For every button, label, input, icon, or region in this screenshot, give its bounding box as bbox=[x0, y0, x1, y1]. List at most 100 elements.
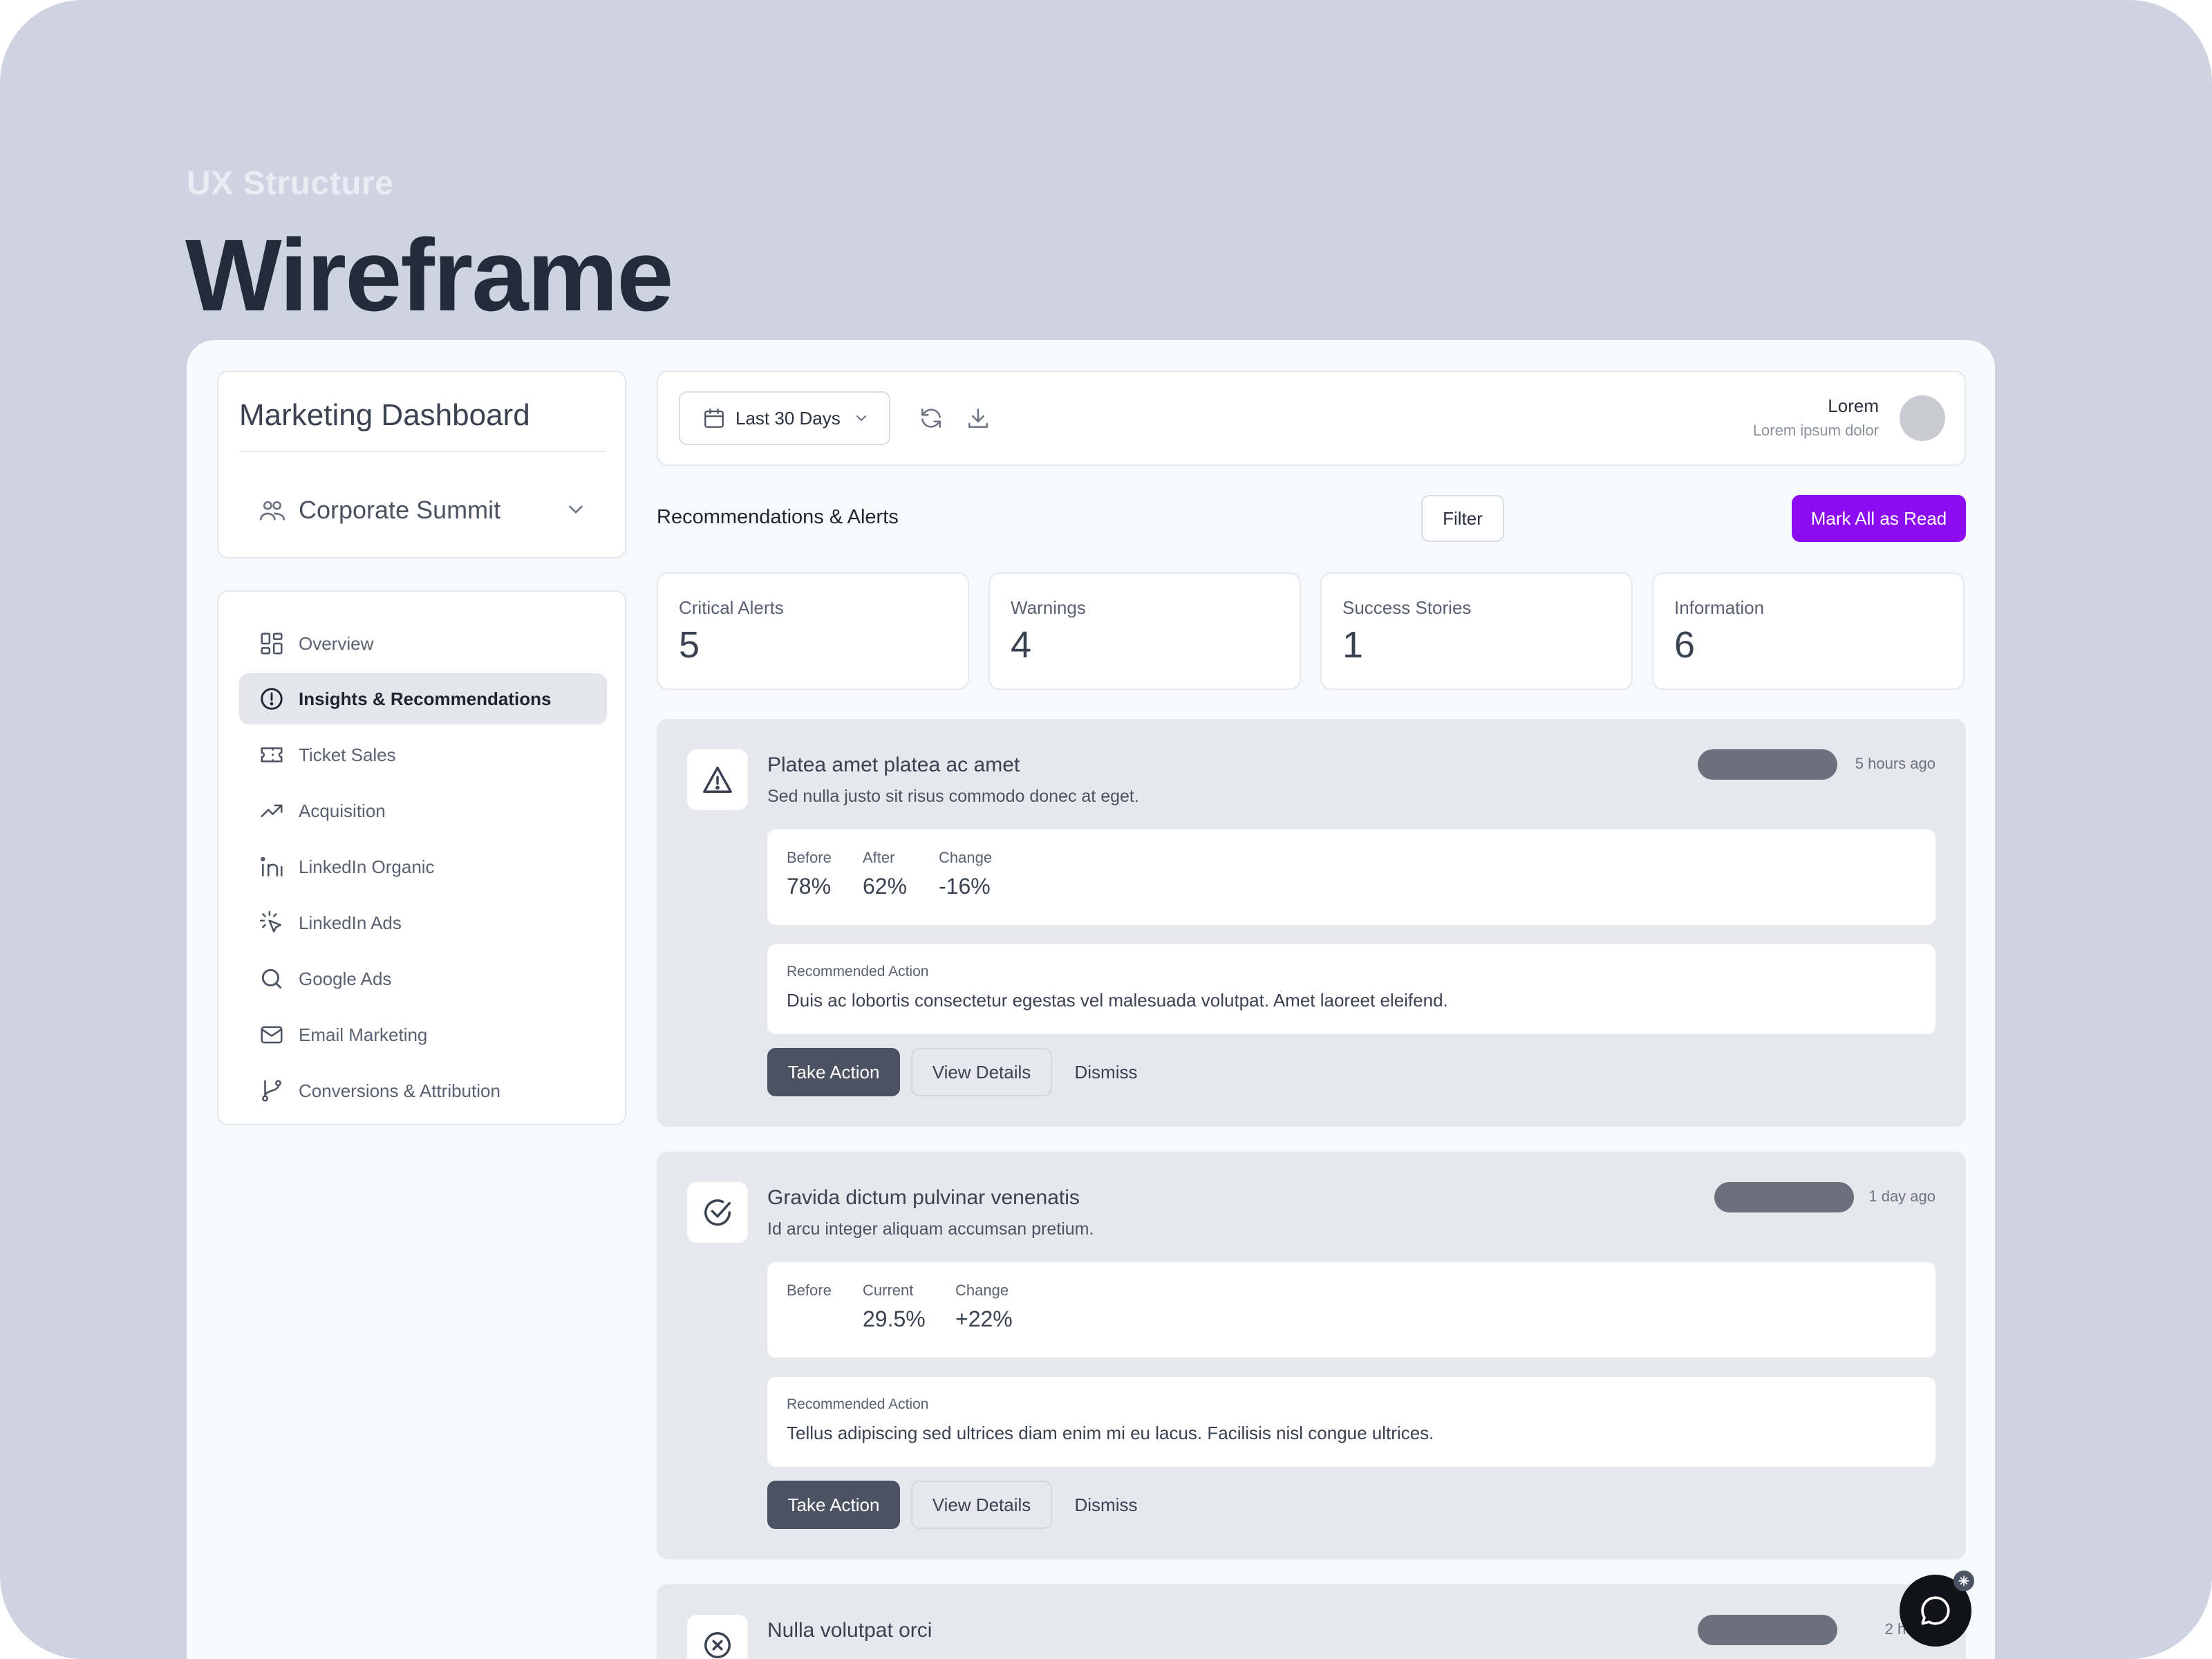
users-icon bbox=[260, 501, 285, 521]
divider bbox=[239, 451, 606, 452]
chevron-down-icon bbox=[856, 415, 866, 421]
alert-circle-icon bbox=[261, 688, 283, 710]
warning-triangle-icon bbox=[703, 767, 732, 793]
canvas-frame: UX Structure Wireframe Marketing Dashboa… bbox=[0, 0, 2212, 1659]
sidebar-item-overview[interactable]: Overview bbox=[239, 618, 607, 669]
sidebar-item-insights[interactable]: Insights & Recommendations bbox=[239, 673, 607, 724]
stat-card-information: Information 6 bbox=[1652, 572, 1965, 690]
alert-title: Nulla volutpat orci bbox=[767, 1619, 932, 1642]
brand-card: Marketing Dashboard Corporate Summit bbox=[217, 371, 626, 559]
metric-label: Before bbox=[787, 1282, 832, 1299]
date-range-dropdown[interactable]: Last 30 Days bbox=[679, 391, 890, 445]
search-icon bbox=[261, 968, 282, 989]
metric-label: After bbox=[863, 849, 895, 866]
status-badge bbox=[1698, 1615, 1837, 1645]
stat-card-warnings: Warnings 4 bbox=[988, 572, 1301, 690]
metrics-box: Before Current 29.5% Change +22% bbox=[767, 1262, 1936, 1358]
alert-subtitle: Sed nulla justo sit risus commodo donec … bbox=[767, 787, 1139, 806]
section-title: Recommendations & Alerts bbox=[657, 506, 899, 528]
sidebar-nav: Overview Insights & Recommendations Tick… bbox=[217, 590, 626, 1125]
take-action-button[interactable]: Take Action bbox=[767, 1048, 900, 1096]
sidebar-item-label: LinkedIn Ads bbox=[299, 912, 402, 933]
recommended-action-text: Tellus adipiscing sed ultrices diam enim… bbox=[787, 1423, 1434, 1443]
sidebar-item-google-ads[interactable]: Google Ads bbox=[239, 953, 607, 1004]
check-circle-icon bbox=[704, 1199, 731, 1226]
sidebar-item-label: Email Marketing bbox=[299, 1024, 428, 1045]
mail-icon bbox=[261, 1026, 283, 1044]
sidebar-item-linkedin-ads[interactable]: LinkedIn Ads bbox=[239, 897, 607, 948]
top-bar: Last 30 Days Lorem Lorem ipsum dolor bbox=[657, 371, 1966, 466]
ticket-icon bbox=[261, 747, 283, 762]
sidebar-item-acquisition[interactable]: Acquisition bbox=[239, 785, 607, 836]
dismiss-button[interactable]: Dismiss bbox=[1059, 1048, 1153, 1096]
filter-button[interactable]: Filter bbox=[1421, 495, 1504, 542]
refresh-icon[interactable] bbox=[918, 405, 944, 431]
stat-label: Success Stories bbox=[1342, 597, 1472, 618]
sidebar-item-label: Ticket Sales bbox=[299, 744, 396, 765]
alert-time: 1 day ago bbox=[1868, 1188, 1936, 1205]
metric-label: Current bbox=[863, 1282, 914, 1299]
sidebar-item-label: LinkedIn Organic bbox=[299, 856, 435, 877]
date-range-label: Last 30 Days bbox=[735, 407, 841, 429]
user-name: Lorem bbox=[1828, 395, 1879, 416]
sidebar-item-label: Conversions & Attribution bbox=[299, 1080, 500, 1101]
sidebar-item-linkedin-organic[interactable]: LinkedIn Organic bbox=[239, 841, 607, 892]
alert-type-badge bbox=[687, 749, 748, 810]
metric-before: Before bbox=[787, 1282, 832, 1306]
sidebar-item-label: Acquisition bbox=[299, 800, 386, 821]
alert-subtitle: Id arcu integer aliquam accumsan pretium… bbox=[767, 1219, 1094, 1239]
chevron-down-icon bbox=[569, 505, 583, 514]
chat-bubble-icon bbox=[1921, 1596, 1950, 1625]
metric-current: Current 29.5% bbox=[863, 1282, 926, 1332]
sidebar-item-conversions[interactable]: Conversions & Attribution bbox=[239, 1065, 607, 1116]
stat-value: 5 bbox=[679, 624, 700, 666]
view-details-button[interactable]: View Details bbox=[911, 1481, 1052, 1529]
alert-title: Platea amet platea ac amet bbox=[767, 753, 1020, 776]
download-icon[interactable] bbox=[965, 405, 991, 431]
event-selector[interactable]: Corporate Summit bbox=[239, 476, 604, 545]
cursor-click-icon bbox=[259, 910, 281, 932]
metric-value: 29.5% bbox=[863, 1306, 926, 1331]
git-branch-icon bbox=[262, 1080, 281, 1102]
sidebar-item-label: Overview bbox=[299, 632, 374, 654]
metric-after: After 62% bbox=[863, 849, 907, 899]
take-action-button[interactable]: Take Action bbox=[767, 1481, 900, 1529]
sidebar-item-label: Insights & Recommendations bbox=[299, 688, 552, 709]
alert-type-badge bbox=[687, 1615, 748, 1659]
metric-change: Change +22% bbox=[955, 1282, 1013, 1332]
metric-label: Change bbox=[939, 849, 993, 866]
status-badge bbox=[1714, 1182, 1854, 1212]
mark-all-read-button[interactable]: Mark All as Read bbox=[1792, 495, 1966, 542]
metric-before: Before 78% bbox=[787, 849, 832, 899]
alert-card: Gravida dictum pulvinar venenatis Id arc… bbox=[657, 1152, 1966, 1559]
alert-type-badge bbox=[687, 1182, 748, 1243]
sparkle-badge bbox=[1953, 1571, 1974, 1591]
sidebar-item-email-marketing[interactable]: Email Marketing bbox=[239, 1009, 607, 1060]
recommended-action-text: Duis ac lobortis consectetur egestas vel… bbox=[787, 990, 1448, 1011]
alert-time: 5 hours ago bbox=[1855, 755, 1936, 772]
dismiss-button[interactable]: Dismiss bbox=[1059, 1481, 1153, 1529]
sidebar-item-ticket-sales[interactable]: Ticket Sales bbox=[239, 729, 607, 780]
stat-value: 1 bbox=[1342, 624, 1364, 666]
stat-value: 6 bbox=[1674, 624, 1696, 666]
recommended-action-box: Recommended Action Duis ac lobortis cons… bbox=[767, 944, 1936, 1034]
stat-label: Warnings bbox=[1011, 597, 1086, 618]
stat-card-critical: Critical Alerts 5 bbox=[657, 572, 969, 690]
metric-change: Change -16% bbox=[939, 849, 992, 899]
eyebrow-label: UX Structure bbox=[187, 165, 394, 202]
app-title: Marketing Dashboard bbox=[239, 398, 530, 432]
alert-card: Nulla volutpat orci 2 hours bbox=[657, 1584, 1966, 1659]
status-badge bbox=[1698, 749, 1837, 780]
calendar-icon bbox=[704, 409, 724, 428]
view-details-button[interactable]: View Details bbox=[911, 1048, 1052, 1096]
sidebar-item-label: Google Ads bbox=[299, 968, 392, 989]
linkedin-icon bbox=[261, 856, 283, 877]
user-subtitle: Lorem ipsum dolor bbox=[1752, 422, 1879, 439]
event-selector-label: Corporate Summit bbox=[299, 496, 501, 524]
alert-title: Gravida dictum pulvinar venenatis bbox=[767, 1186, 1080, 1209]
stat-label: Information bbox=[1674, 597, 1765, 618]
x-circle-icon bbox=[704, 1632, 731, 1658]
metric-label: Change bbox=[955, 1282, 1009, 1299]
avatar[interactable] bbox=[1900, 395, 1945, 441]
metric-label: Before bbox=[787, 849, 832, 866]
